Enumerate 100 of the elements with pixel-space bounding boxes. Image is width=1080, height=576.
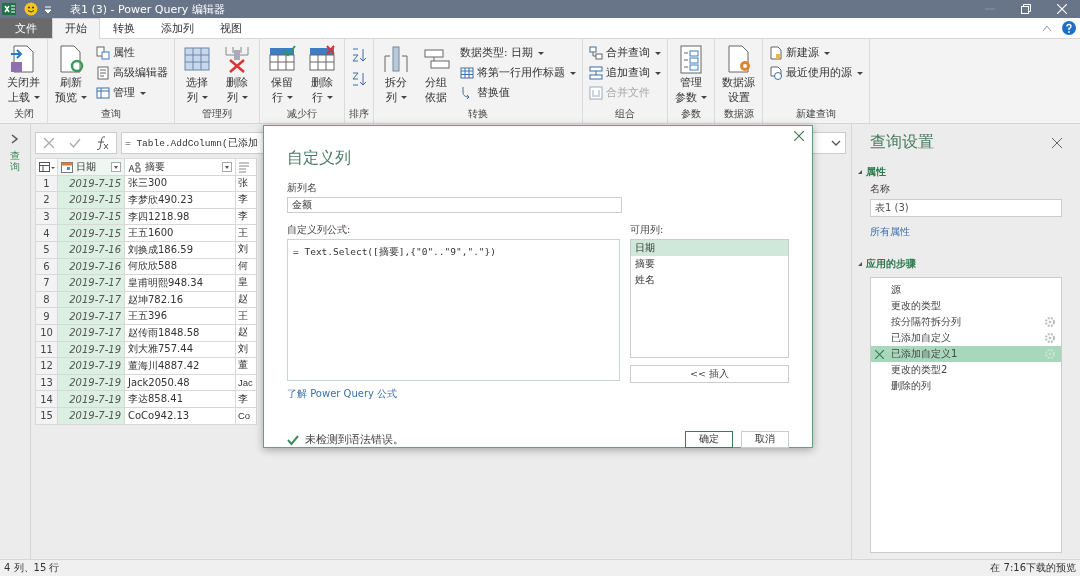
calendar-icon xyxy=(61,160,73,173)
any-type-icon xyxy=(238,160,250,173)
close-icon xyxy=(794,131,804,141)
ribbon-button[interactable]: 替换值 xyxy=(457,84,579,102)
column-header[interactable]: 日期 xyxy=(57,158,125,176)
insert-button[interactable]: << 插入 xyxy=(629,365,789,383)
ribbon-button[interactable]: 删除 列 xyxy=(218,42,256,107)
dialog-button[interactable]: 取消 xyxy=(741,431,789,448)
caret-icon xyxy=(857,71,863,75)
caret-icon xyxy=(241,95,248,99)
step-item[interactable]: 删除的列 xyxy=(871,378,1061,394)
ribbon-button[interactable]: 删除 行 xyxy=(303,42,341,107)
queries-pane-label[interactable]: 查询 xyxy=(10,150,20,172)
table-menu-icon xyxy=(39,161,55,172)
section-heading[interactable]: 应用的步骤 xyxy=(866,257,916,271)
ribbon-button[interactable]: 属性 xyxy=(93,44,171,62)
ribbon-button[interactable]: 合并查询 xyxy=(586,44,664,62)
close-icon xyxy=(1052,137,1062,148)
ribbon-button[interactable]: 数据类型: 日期 xyxy=(457,44,579,62)
ribbon-button[interactable]: 保留 行 xyxy=(263,42,301,107)
ribbon-button[interactable]: 刷新 预览 xyxy=(51,42,91,107)
function-icon xyxy=(95,136,109,150)
caret-icon xyxy=(400,95,407,99)
pane-title: 查询设置 xyxy=(870,132,934,153)
dialog-button[interactable]: 确定 xyxy=(685,431,733,448)
ribbon-tab[interactable]: 视图 xyxy=(207,18,255,38)
group-label: 参数 xyxy=(680,107,702,121)
ribbon-button[interactable]: 选择 列 xyxy=(178,42,216,107)
ribbon-button[interactable]: 管理 参数 xyxy=(671,42,711,107)
field-label: 新列名 xyxy=(287,181,318,195)
ribbon-button[interactable]: 数据源 设置 xyxy=(718,42,759,107)
group-label: 组合 xyxy=(614,107,636,121)
column-item[interactable]: 姓名 xyxy=(630,272,788,288)
field-label: 自定义列公式: xyxy=(287,223,352,237)
ribbon-tab[interactable]: 转换 xyxy=(100,18,148,38)
table-icon xyxy=(96,86,110,100)
table-menu-header[interactable] xyxy=(35,158,58,176)
ribbon-tab[interactable]: 开始 xyxy=(52,18,100,39)
ribbon-button[interactable]: 追加查询 xyxy=(586,64,664,82)
group-label: 管理列 xyxy=(201,107,233,121)
formula-editor[interactable]: = Text.Select([摘要],{"0".."9","."}) xyxy=(287,239,620,381)
step-item[interactable]: 按分隔符拆分列 xyxy=(871,314,1061,330)
ribbon-button[interactable]: 高级编辑器 xyxy=(93,64,171,82)
keep-rows-icon xyxy=(267,44,297,74)
column-name-field[interactable]: 金额 xyxy=(287,197,622,213)
sort-descending-icon xyxy=(351,71,367,87)
delete-rows-icon xyxy=(307,44,337,74)
delete-step-icon xyxy=(875,349,884,359)
check-icon xyxy=(69,137,81,149)
status-text: 在 7:16下载的预览 xyxy=(990,561,1076,575)
column-header[interactable]: 摘要 xyxy=(124,158,236,176)
all-properties-link[interactable]: 所有属性 xyxy=(870,225,1062,239)
ribbon-button[interactable]: 将第一行用作标题 xyxy=(457,64,579,82)
ribbon-button[interactable]: 管理 xyxy=(93,84,171,102)
section-heading[interactable]: 属性 xyxy=(866,165,886,179)
caret-icon xyxy=(537,51,544,55)
caret-icon xyxy=(701,95,707,99)
caret-icon xyxy=(286,95,293,99)
ribbon-tab[interactable]: 添加列 xyxy=(148,18,207,38)
clock-document-icon xyxy=(769,66,783,80)
smiley-icon xyxy=(24,2,38,16)
caret-icon xyxy=(655,71,661,75)
column-item[interactable]: 日期 xyxy=(630,240,788,256)
group-label: 减少行 xyxy=(286,107,318,121)
ribbon-button[interactable]: 关闭并 上载 xyxy=(3,42,44,107)
delete-column-icon xyxy=(222,44,252,74)
sort-ascending-icon xyxy=(351,47,367,63)
field-label: 可用列: xyxy=(629,223,665,237)
name-field[interactable]: 表1 (3) xyxy=(870,199,1062,217)
table-icon xyxy=(182,44,212,74)
step-item[interactable]: 更改的类型2 xyxy=(871,362,1061,378)
step-item[interactable]: 已添加自定义 xyxy=(871,330,1061,346)
merge-icon xyxy=(589,46,603,60)
group-label: 新建查询 xyxy=(795,107,837,121)
chevron-down-icon xyxy=(831,139,841,147)
text-type-icon xyxy=(128,160,142,173)
combine-files-icon xyxy=(589,86,603,100)
help-link[interactable]: 了解 Power Query 公式 xyxy=(287,387,620,401)
caret-icon xyxy=(570,71,576,75)
step-item[interactable]: 已添加自定义1 xyxy=(871,346,1061,362)
step-item[interactable]: 更改的类型 xyxy=(871,298,1061,314)
column-item[interactable]: 摘要 xyxy=(630,256,788,272)
split-column-icon xyxy=(381,44,411,74)
caret-icon xyxy=(81,95,87,99)
expand-icon xyxy=(11,134,19,144)
close-icon xyxy=(1057,4,1067,14)
ribbon-button[interactable]: 最近使用的源 xyxy=(766,64,866,82)
step-item[interactable]: 源 xyxy=(871,282,1061,298)
filter-dropdown-icon xyxy=(111,161,121,172)
caret-icon xyxy=(201,95,208,99)
caret-icon xyxy=(326,95,333,99)
ribbon-button[interactable]: 拆分 列 xyxy=(377,42,415,107)
syntax-status: 未检测到语法错误。 xyxy=(305,432,404,447)
dialog-title: 自定义列 xyxy=(287,148,352,169)
ribbon-button[interactable]: 新建源 xyxy=(766,44,866,62)
ribbon-button[interactable]: 分组 依据 xyxy=(417,42,455,107)
field-label: 名称 xyxy=(870,182,891,196)
ribbon-tab[interactable]: 文件 xyxy=(0,18,52,38)
group-label: 关闭 xyxy=(12,107,35,121)
dropdown-icon xyxy=(44,4,52,14)
